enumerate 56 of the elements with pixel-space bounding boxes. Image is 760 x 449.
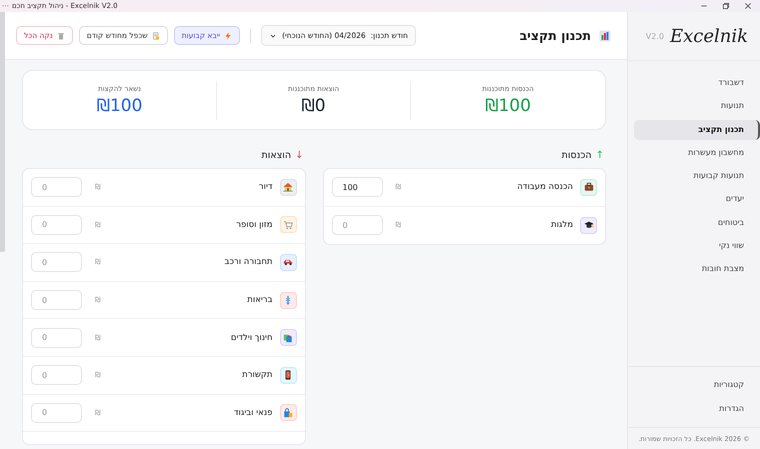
down-arrow-icon: ↓ [295,150,304,160]
category-label: הכנסה מעבודה [516,182,573,192]
mobile-phone-icon [283,370,293,380]
category-label: תקשורת [241,370,272,380]
amount-input[interactable]: 0 [31,328,82,348]
version-label: V2.0 [646,32,664,40]
amount-input[interactable]: 100 [332,177,382,198]
sidebar-item[interactable]: ביטוחים [634,212,760,234]
lightning-icon [224,32,232,40]
sidebar-item[interactable]: הגדרות [634,398,760,419]
sidebar-item[interactable]: מחשבון מעשרות [634,142,760,164]
scrollbar[interactable] [0,12,5,252]
page-title: תכנון תקציב [520,28,591,43]
summary-amount: ₪100 [96,96,142,116]
category-label: דיור [258,182,272,192]
sidebar-item[interactable]: תנועות [634,96,760,117]
category-label: מלגות [550,220,573,230]
shopping-cart-icon [283,220,293,230]
books-icon [283,332,293,343]
amount-input[interactable]: 0 [31,402,82,423]
sidebar-item[interactable]: שווי נקי [634,236,760,256]
category-label: בריאות [246,295,272,306]
sidebar-item[interactable]: מצבת חובות [634,259,760,280]
close-icon [744,2,752,10]
trash-icon [56,32,65,40]
chevron-down-icon [269,32,278,40]
summary-amount: ₪100 [485,96,531,116]
category-label: פנאי וביגוד [232,408,272,418]
sidebar-item[interactable]: תנועות קבועות [634,166,760,186]
amount-input[interactable]: 0 [31,214,82,235]
section-title: הוצאות [261,150,292,160]
category-label: חינוך וילדים [230,332,272,343]
restore-icon [722,2,730,10]
amount-input[interactable]: 0 [31,365,82,386]
shopping-bag-icon [283,408,293,418]
logo: Excelnik [670,26,748,46]
amount-input[interactable]: 0 [31,177,82,198]
section-title: הכנסות [562,150,592,160]
briefcase-icon [584,182,594,192]
amount-input[interactable]: 0 [31,290,82,310]
sidebar-item[interactable]: יעדים [634,189,760,210]
graduation-cap-icon [584,220,594,230]
caduceus-icon [283,295,293,306]
bar-chart-icon [599,30,611,42]
car-icon [283,257,293,268]
summary-amount: ₪0 [301,96,326,116]
category-label: תחבורה ורכב [224,257,272,268]
house-icon [283,182,293,192]
sidebar-item[interactable]: דשבורד [634,73,760,94]
document-icon [152,32,160,40]
amount-input[interactable]: 0 [332,215,382,236]
amount-input[interactable]: 0 [31,252,82,272]
sidebar-item[interactable]: תכנון תקציב [634,120,760,140]
sidebar-item[interactable]: קטגוריות [634,375,760,396]
category-label: מזון וסופר [235,220,272,230]
up-arrow-icon: ↑ [596,150,604,160]
